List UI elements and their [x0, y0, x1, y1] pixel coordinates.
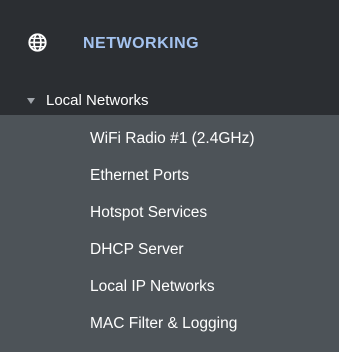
submenu-item-ethernet-ports[interactable]: Ethernet Ports: [0, 158, 339, 194]
submenu-item-label: MAC Filter & Logging: [90, 315, 238, 332]
section-title: NETWORKING: [83, 35, 200, 52]
submenu-item-label: Local IP Networks: [90, 278, 215, 295]
globe-icon: [28, 33, 47, 52]
local-networks-submenu: WiFi Radio #1 (2.4GHz) Ethernet Ports Ho…: [0, 115, 339, 352]
caret-down-icon[interactable]: [27, 98, 35, 104]
submenu-item-local-ip-networks[interactable]: Local IP Networks: [0, 269, 339, 305]
submenu-item-label: Ethernet Ports: [90, 167, 190, 184]
networking-section-header[interactable]: NETWORKING: [0, 0, 339, 87]
sidebar-nav: NETWORKING Local Networks WiFi Radio #1 …: [0, 0, 339, 352]
submenu-item-label: Hotspot Services: [90, 204, 208, 221]
local-networks-label: Local Networks: [46, 92, 149, 109]
submenu-item-hotspot-services[interactable]: Hotspot Services: [0, 195, 339, 231]
submenu-item-label: WiFi Radio #1 (2.4GHz): [90, 130, 255, 147]
submenu-item-mac-filter-logging[interactable]: MAC Filter & Logging: [0, 306, 339, 342]
submenu-item-dhcp-server[interactable]: DHCP Server: [0, 232, 339, 268]
submenu-item-wifi-radio[interactable]: WiFi Radio #1 (2.4GHz): [0, 121, 339, 157]
submenu-item-label: DHCP Server: [90, 241, 184, 258]
